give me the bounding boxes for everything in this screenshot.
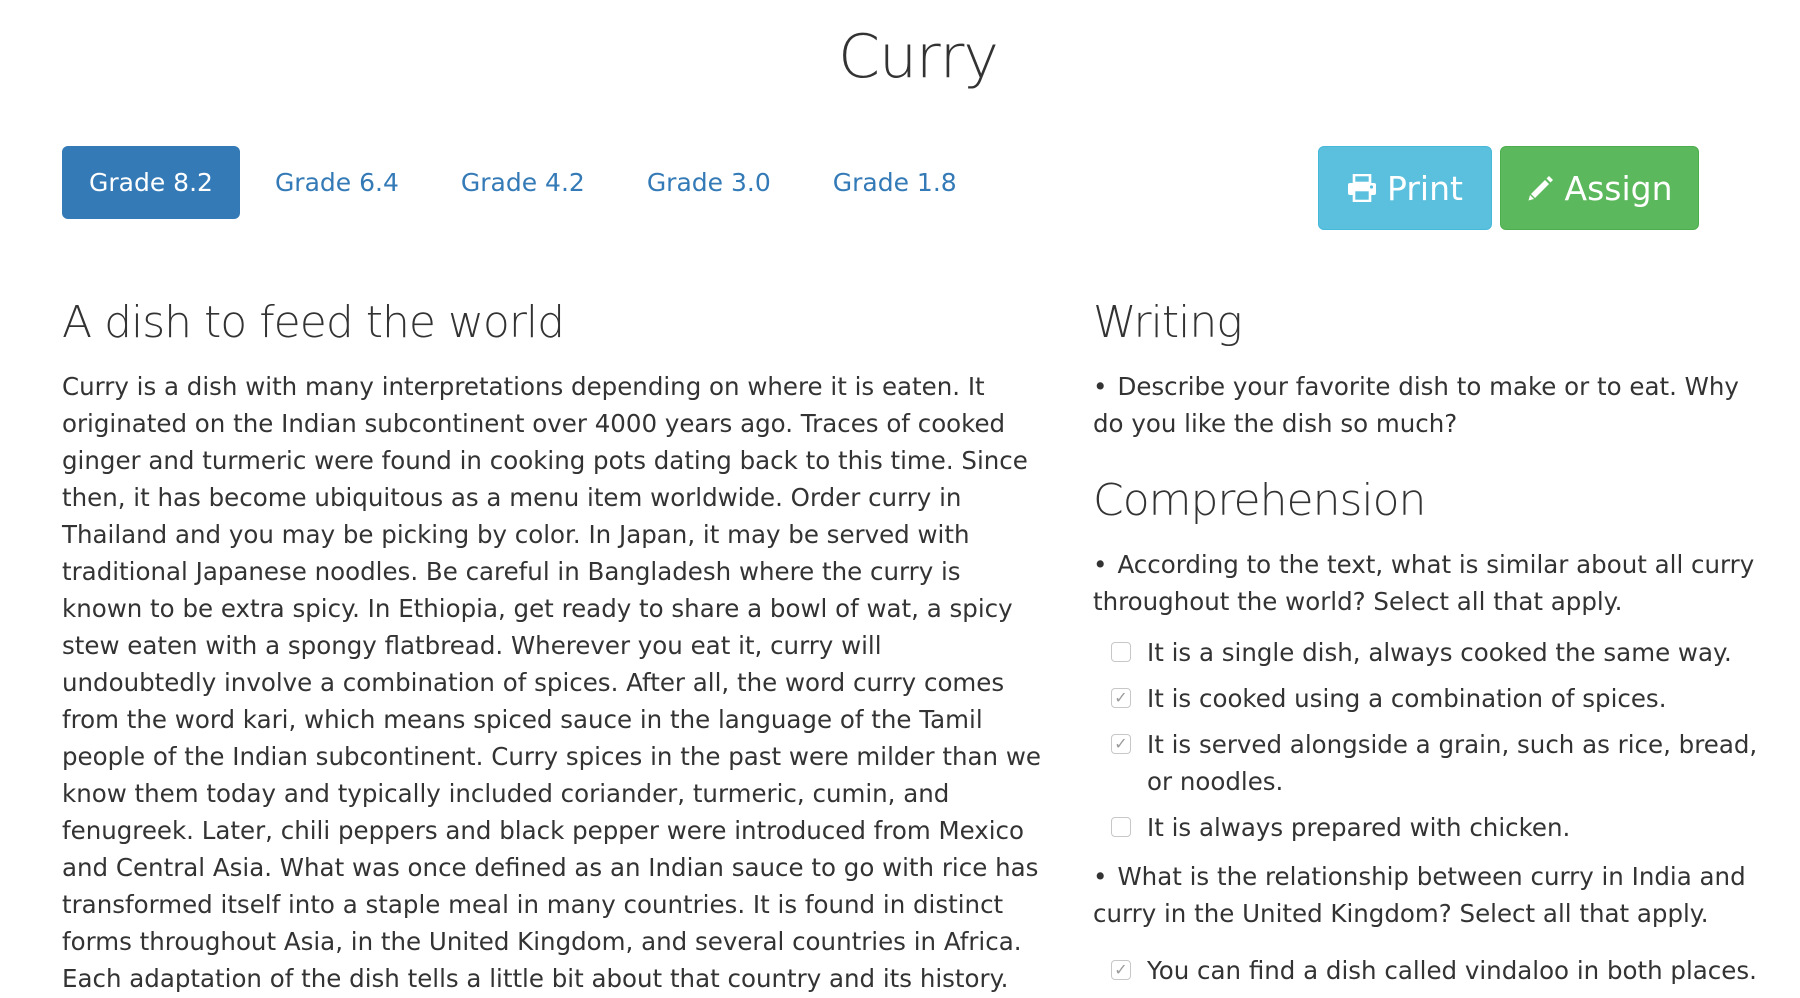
- option-label: It is always prepared with chicken.: [1147, 813, 1571, 842]
- print-button[interactable]: Print: [1318, 146, 1492, 230]
- writing-prompt: • Describe your favorite dish to make or …: [1093, 368, 1773, 442]
- questions-panel: Writing • Describe your favorite dish to …: [1093, 292, 1773, 998]
- bullet: •: [1093, 862, 1108, 891]
- tab-grade-6-4[interactable]: Grade 6.4: [248, 146, 426, 219]
- pencil-icon: [1528, 176, 1553, 201]
- article-body: Curry is a dish with many interpretation…: [62, 372, 1041, 993]
- question-2-text: What is the relationship between curry i…: [1093, 862, 1746, 928]
- checkbox[interactable]: [1111, 642, 1131, 662]
- print-label: Print: [1387, 168, 1463, 208]
- page-title: Curry: [838, 22, 999, 92]
- writing-heading: Writing: [1093, 297, 1243, 348]
- question-1-options: It is a single dish, always cooked the s…: [1093, 634, 1773, 846]
- option-label: You can find a dish called vindaloo in b…: [1147, 956, 1757, 985]
- option-row[interactable]: It is a single dish, always cooked the s…: [1111, 634, 1773, 671]
- article-heading: A dish to feed the world: [62, 297, 565, 348]
- bullet: •: [1093, 372, 1108, 401]
- tab-grade-4-2[interactable]: Grade 4.2: [434, 146, 612, 219]
- question-2-options: ✓ You can find a dish called vindaloo in…: [1093, 952, 1773, 989]
- question-1: • According to the text, what is similar …: [1093, 546, 1773, 620]
- option-row[interactable]: ✓ It is cooked using a combination of sp…: [1111, 680, 1773, 717]
- question-1-text: According to the text, what is similar a…: [1093, 550, 1755, 616]
- printer-icon: [1348, 174, 1377, 202]
- option-label: It is served alongside a grain, such as …: [1147, 730, 1758, 796]
- article-section: A dish to feed the world Curry is a dish…: [62, 292, 1042, 997]
- option-row[interactable]: ✓ You can find a dish called vindaloo in…: [1111, 952, 1773, 989]
- assign-label: Assign: [1564, 168, 1673, 208]
- tab-grade-8-2[interactable]: Grade 8.2: [62, 146, 240, 219]
- comprehension-heading: Comprehension: [1093, 475, 1426, 526]
- option-label: It is a single dish, always cooked the s…: [1147, 638, 1732, 667]
- bullet: •: [1093, 550, 1108, 579]
- option-row[interactable]: It is always prepared with chicken.: [1111, 809, 1773, 846]
- assign-button[interactable]: Assign: [1500, 146, 1699, 230]
- checkbox[interactable]: [1111, 817, 1131, 837]
- checkbox[interactable]: ✓: [1111, 688, 1131, 708]
- tab-grade-1-8[interactable]: Grade 1.8: [806, 146, 984, 219]
- option-row[interactable]: ✓ It is served alongside a grain, such a…: [1111, 726, 1773, 800]
- writing-prompt-text: Describe your favorite dish to make or t…: [1093, 372, 1739, 438]
- checkbox[interactable]: ✓: [1111, 960, 1131, 980]
- grade-tabs: Grade 8.2 Grade 6.4 Grade 4.2 Grade 3.0 …: [62, 146, 992, 219]
- tab-grade-3-0[interactable]: Grade 3.0: [620, 146, 798, 219]
- question-2: • What is the relationship between curry …: [1093, 858, 1773, 932]
- checkbox[interactable]: ✓: [1111, 734, 1131, 754]
- option-label: It is cooked using a combination of spic…: [1147, 684, 1667, 713]
